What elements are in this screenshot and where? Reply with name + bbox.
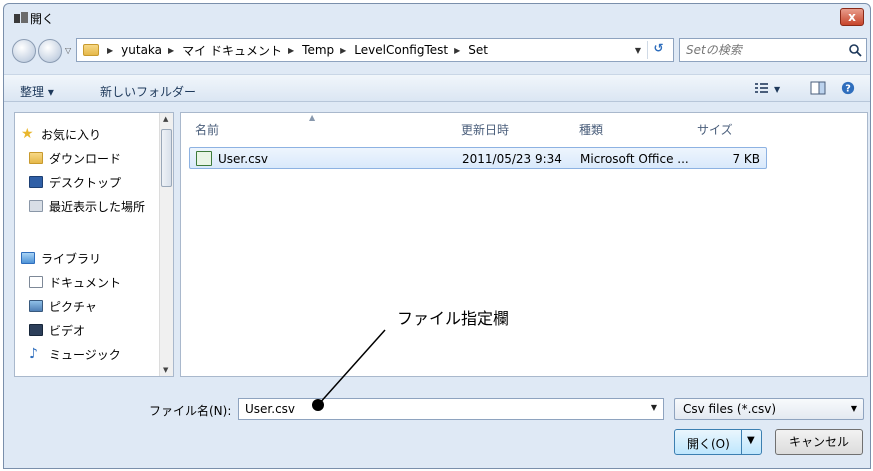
sidebar-item-label: デスクトップ: [49, 175, 122, 190]
breadcrumb-levelconfigtest[interactable]: LevelConfigTest: [354, 43, 448, 57]
breadcrumb-my-documents[interactable]: マイ ドキュメント: [182, 42, 282, 59]
filename-field[interactable]: ▼: [238, 398, 664, 420]
search-box[interactable]: [679, 38, 867, 62]
sidebar-item-recent-places[interactable]: 最近表示した場所: [29, 197, 145, 215]
address-bar[interactable]: ▶ yutaka ▶ マイ ドキュメント ▶ Temp ▶ LevelConfi…: [76, 38, 674, 62]
sidebar-item-label: ビデオ: [49, 323, 86, 338]
sidebar-item-label: お気に入り: [41, 127, 102, 142]
file-type-select[interactable]: Csv files (*.csv) ▼: [674, 398, 864, 420]
sidebar-item-label: ミュージック: [49, 347, 121, 362]
scroll-up-icon[interactable]: ▲: [163, 115, 168, 123]
folder-icon: [83, 44, 99, 56]
sidebar-item-music[interactable]: ♪ ミュージック: [29, 345, 121, 363]
video-icon: [29, 324, 43, 336]
help-icon[interactable]: ?: [840, 81, 856, 95]
open-file-dialog: 開く x ▽ ▶ yutaka ▶ マイ ドキュメント ▶ Temp ▶ Lev…: [3, 3, 871, 469]
address-dropdown-icon[interactable]: ▼: [635, 46, 641, 55]
chevron-right-icon[interactable]: ▶: [168, 46, 174, 55]
command-toolbar: 整理 ▾ 新しいフォルダー ▼ ?: [4, 74, 870, 102]
annotation-label: ファイル指定欄: [397, 309, 510, 328]
dialog-app-icon: [14, 12, 28, 23]
breadcrumb-temp[interactable]: Temp: [302, 43, 334, 57]
chevron-right-icon[interactable]: ▶: [340, 46, 346, 55]
search-icon[interactable]: [848, 43, 862, 57]
title-bar: 開く x: [4, 4, 870, 32]
star-icon: ★: [21, 126, 34, 142]
sidebar-item-favorites[interactable]: ★ お気に入り: [21, 125, 101, 143]
svg-text:?: ?: [845, 84, 851, 95]
breadcrumb-yutaka[interactable]: yutaka: [121, 43, 162, 57]
file-type-value: Csv files (*.csv): [683, 402, 777, 416]
view-options-icon[interactable]: [754, 81, 770, 95]
sidebar-item-label: ドキュメント: [49, 275, 122, 290]
new-folder-button[interactable]: 新しいフォルダー: [100, 83, 196, 100]
file-name: User.csv: [218, 152, 269, 166]
sort-ascending-icon: ▲: [309, 113, 316, 122]
filename-dropdown-icon[interactable]: ▼: [651, 403, 657, 412]
csv-file-icon: [196, 151, 212, 166]
forward-button[interactable]: [38, 39, 62, 63]
sidebar-item-videos[interactable]: ビデオ: [29, 321, 85, 339]
download-folder-icon: [29, 152, 43, 164]
music-icon: ♪: [29, 346, 38, 362]
file-date: 2011/05/23 9:34: [462, 152, 562, 166]
filename-label: ファイル名(N):: [149, 404, 232, 418]
split-divider: [741, 430, 742, 454]
open-button[interactable]: 開く(O) ▼: [674, 429, 762, 455]
sidebar-item-libraries[interactable]: ライブラリ: [21, 249, 101, 267]
file-size: 7 KB: [732, 152, 760, 166]
file-type: Microsoft Office ...: [580, 152, 689, 166]
history-dropdown-icon[interactable]: ▽: [65, 46, 75, 56]
sidebar-item-downloads[interactable]: ダウンロード: [29, 149, 121, 167]
navigation-bar: ▽ ▶ yutaka ▶ マイ ドキュメント ▶ Temp ▶ LevelCon…: [4, 38, 870, 64]
column-header-type[interactable]: 種類: [579, 121, 603, 138]
filename-input[interactable]: [245, 402, 625, 416]
open-button-label: 開く(O): [687, 437, 730, 451]
chevron-down-icon: ▼: [850, 404, 857, 413]
breadcrumb-set[interactable]: Set: [468, 43, 488, 57]
window-title: 開く: [30, 12, 55, 26]
file-list-pane[interactable]: 名前 ▲ 更新日時 種類 サイズ User.csv 2011/05/23 9:3…: [180, 112, 868, 377]
chevron-right-icon[interactable]: ▶: [454, 46, 460, 55]
organize-menu-button[interactable]: 整理 ▾: [20, 83, 54, 100]
close-button[interactable]: x: [840, 8, 864, 26]
scrollbar-thumb[interactable]: [161, 129, 172, 187]
column-header-name[interactable]: 名前: [195, 121, 219, 138]
picture-icon: [29, 300, 43, 312]
sidebar-item-label: 最近表示した場所: [49, 199, 146, 214]
sidebar-item-label: ピクチャ: [49, 299, 97, 314]
sidebar-item-documents[interactable]: ドキュメント: [29, 273, 121, 291]
dialog-footer: ファイル名(N): ▼ Csv files (*.csv) ▼ 開く(O) ▼ …: [4, 386, 870, 470]
cancel-button[interactable]: キャンセル: [775, 429, 863, 455]
desktop-icon: [29, 176, 43, 188]
sidebar-scrollbar[interactable]: ▲ ▼: [159, 113, 173, 376]
sidebar-item-label: ライブラリ: [41, 251, 102, 266]
view-dropdown-icon[interactable]: ▼: [774, 85, 780, 94]
sidebar-item-pictures[interactable]: ピクチャ: [29, 297, 97, 315]
sidebar-item-desktop[interactable]: デスクトップ: [29, 173, 121, 191]
table-row[interactable]: User.csv 2011/05/23 9:34 Microsoft Offic…: [189, 147, 767, 169]
back-button[interactable]: [12, 39, 36, 63]
library-icon: [21, 252, 35, 264]
open-options-dropdown-icon[interactable]: ▼: [747, 435, 755, 446]
search-input[interactable]: [686, 43, 836, 57]
refresh-icon[interactable]: ↺: [647, 41, 669, 59]
navigation-pane[interactable]: ★ お気に入り ダウンロード デスクトップ 最近表示した場所 ライブラリ ドキュ…: [14, 112, 174, 377]
recent-places-icon: [29, 200, 43, 212]
close-icon: x: [848, 10, 856, 24]
column-header-size[interactable]: サイズ: [697, 121, 733, 138]
preview-pane-icon[interactable]: [810, 81, 826, 95]
column-header-date[interactable]: 更新日時: [461, 121, 509, 138]
document-icon: [29, 276, 43, 288]
chevron-right-icon[interactable]: ▶: [107, 46, 113, 55]
scroll-down-icon[interactable]: ▼: [163, 366, 168, 374]
sidebar-item-label: ダウンロード: [49, 151, 122, 166]
chevron-right-icon[interactable]: ▶: [288, 46, 294, 55]
